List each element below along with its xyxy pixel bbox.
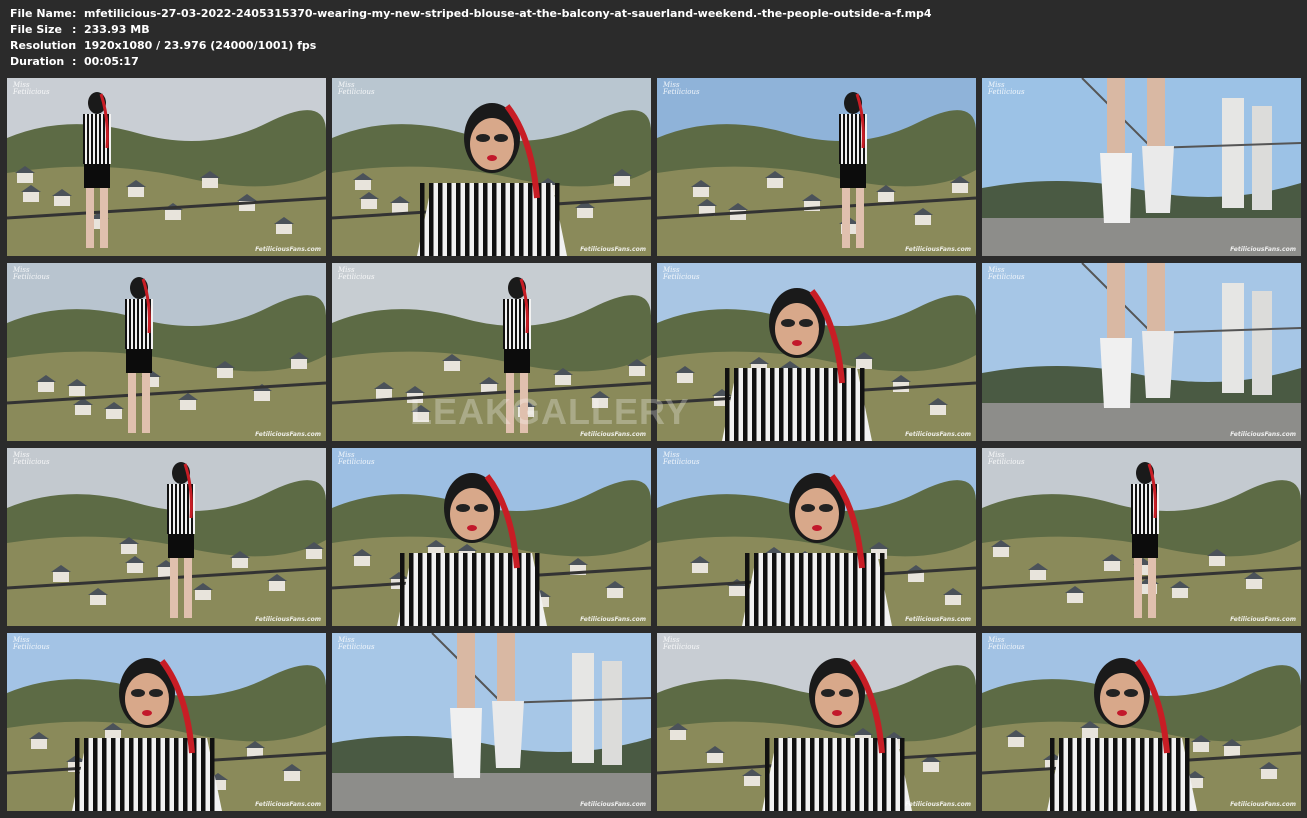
video-thumbnail: Miss Fetilicious FetiliciousFans.com bbox=[657, 633, 976, 811]
video-thumbnail: Miss Fetilicious FetiliciousFans.com bbox=[657, 78, 976, 256]
thumbnail-frame-image bbox=[7, 448, 326, 626]
channel-logo: Miss Fetilicious bbox=[663, 451, 700, 466]
contact-sheet: File Name : mfetilicious-27-03-2022-2405… bbox=[0, 0, 1307, 818]
thumbnail-frame-image bbox=[332, 78, 651, 256]
video-thumbnail: Miss Fetilicious FetiliciousFans.com bbox=[657, 263, 976, 441]
video-thumbnail: Miss Fetilicious FetiliciousFans.com bbox=[982, 448, 1301, 626]
video-thumbnail: Miss Fetilicious FetiliciousFans.com bbox=[332, 78, 651, 256]
duration-value: 00:05:17 bbox=[84, 55, 139, 68]
file-name-label: File Name bbox=[10, 7, 72, 20]
channel-logo: Miss Fetilicious bbox=[663, 81, 700, 96]
channel-logo: Miss Fetilicious bbox=[988, 266, 1025, 281]
site-watermark: FetiliciousFans.com bbox=[905, 801, 971, 808]
site-watermark: FetiliciousFans.com bbox=[255, 246, 321, 253]
file-size-label: File Size bbox=[10, 23, 62, 36]
site-watermark: FetiliciousFans.com bbox=[580, 431, 646, 438]
video-thumbnail: Miss Fetilicious FetiliciousFans.com bbox=[7, 448, 326, 626]
channel-logo: Miss Fetilicious bbox=[988, 636, 1025, 651]
video-thumbnail: Miss Fetilicious FetiliciousFans.com bbox=[982, 633, 1301, 811]
video-thumbnail: Miss Fetilicious FetiliciousFans.com bbox=[332, 263, 651, 441]
colon: : bbox=[72, 23, 77, 36]
thumbnail-frame-image bbox=[657, 633, 976, 811]
resolution-value: 1920x1080 / 23.976 (24000/1001) fps bbox=[84, 39, 317, 52]
video-thumbnail: Miss Fetilicious FetiliciousFans.com bbox=[7, 633, 326, 811]
channel-logo: Miss Fetilicious bbox=[988, 451, 1025, 466]
channel-logo: Miss Fetilicious bbox=[338, 81, 375, 96]
site-watermark: FetiliciousFans.com bbox=[1230, 616, 1296, 623]
channel-logo: Miss Fetilicious bbox=[988, 81, 1025, 96]
site-watermark: FetiliciousFans.com bbox=[255, 431, 321, 438]
channel-logo: Miss Fetilicious bbox=[13, 451, 50, 466]
thumbnail-frame-image bbox=[7, 78, 326, 256]
site-watermark: FetiliciousFans.com bbox=[1230, 801, 1296, 808]
site-watermark: FetiliciousFans.com bbox=[580, 801, 646, 808]
video-thumbnail: Miss Fetilicious FetiliciousFans.com bbox=[7, 263, 326, 441]
thumbnail-frame-image bbox=[7, 263, 326, 441]
channel-logo: Miss Fetilicious bbox=[13, 636, 50, 651]
video-thumbnail: Miss Fetilicious FetiliciousFans.com bbox=[332, 448, 651, 626]
site-watermark: FetiliciousFans.com bbox=[255, 616, 321, 623]
file-info-header: File Name : mfetilicious-27-03-2022-2405… bbox=[10, 6, 932, 70]
channel-logo: Miss Fetilicious bbox=[13, 81, 50, 96]
duration-label: Duration bbox=[10, 55, 65, 68]
thumbnail-frame-image bbox=[982, 448, 1301, 626]
thumbnail-frame-image bbox=[332, 633, 651, 811]
channel-logo: Miss Fetilicious bbox=[663, 636, 700, 651]
site-watermark: FetiliciousFans.com bbox=[255, 801, 321, 808]
thumbnail-frame-image bbox=[657, 78, 976, 256]
thumbnail-frame-image bbox=[332, 448, 651, 626]
thumbnail-frame-image bbox=[657, 263, 976, 441]
video-thumbnail: Miss Fetilicious FetiliciousFans.com bbox=[7, 78, 326, 256]
site-watermark: FetiliciousFans.com bbox=[1230, 431, 1296, 438]
video-thumbnail: Miss Fetilicious FetiliciousFans.com bbox=[332, 633, 651, 811]
video-thumbnail: Miss Fetilicious FetiliciousFans.com bbox=[657, 448, 976, 626]
site-watermark: FetiliciousFans.com bbox=[905, 431, 971, 438]
file-name-row: File Name : mfetilicious-27-03-2022-2405… bbox=[10, 6, 932, 22]
thumbnail-grid: Miss Fetilicious FetiliciousFans.com Miss … bbox=[7, 78, 1301, 812]
thumbnail-frame-image bbox=[982, 633, 1301, 811]
resolution-label: Resolution bbox=[10, 39, 77, 52]
video-thumbnail: Miss Fetilicious FetiliciousFans.com bbox=[982, 263, 1301, 441]
thumbnail-frame-image bbox=[7, 633, 326, 811]
thumbnail-frame-image bbox=[982, 263, 1301, 441]
colon: : bbox=[72, 39, 77, 52]
channel-logo: Miss Fetilicious bbox=[338, 451, 375, 466]
site-watermark: FetiliciousFans.com bbox=[580, 246, 646, 253]
channel-logo: Miss Fetilicious bbox=[338, 636, 375, 651]
channel-logo: Miss Fetilicious bbox=[13, 266, 50, 281]
thumbnail-frame-image bbox=[982, 78, 1301, 256]
site-watermark: FetiliciousFans.com bbox=[1230, 246, 1296, 253]
resolution-row: Resolution : 1920x1080 / 23.976 (24000/1… bbox=[10, 38, 932, 54]
video-thumbnail: Miss Fetilicious FetiliciousFans.com bbox=[982, 78, 1301, 256]
file-size-row: File Size : 233.93 MB bbox=[10, 22, 932, 38]
colon: : bbox=[72, 7, 77, 20]
thumbnail-frame-image bbox=[657, 448, 976, 626]
site-watermark: FetiliciousFans.com bbox=[905, 616, 971, 623]
channel-logo: Miss Fetilicious bbox=[663, 266, 700, 281]
thumbnail-frame-image bbox=[332, 263, 651, 441]
channel-logo: Miss Fetilicious bbox=[338, 266, 375, 281]
file-name-value: mfetilicious-27-03-2022-2405315370-weari… bbox=[84, 7, 932, 20]
file-size-value: 233.93 MB bbox=[84, 23, 150, 36]
site-watermark: FetiliciousFans.com bbox=[580, 616, 646, 623]
colon: : bbox=[72, 55, 77, 68]
duration-row: Duration : 00:05:17 bbox=[10, 54, 932, 70]
site-watermark: FetiliciousFans.com bbox=[905, 246, 971, 253]
